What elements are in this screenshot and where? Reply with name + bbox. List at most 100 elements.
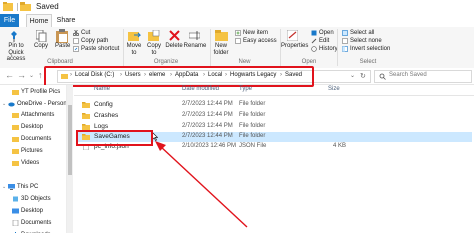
file-type: File folder — [239, 123, 266, 129]
group-label-organize: Organize — [153, 59, 179, 65]
title-bar: Saved — [0, 0, 474, 14]
file-name: Logs — [94, 123, 109, 130]
nav-item-3d-objects[interactable]: 3D Objects — [0, 194, 66, 204]
table-row[interactable]: Crashes 2/7/2023 12:44 PM File folder — [76, 111, 472, 121]
menu-bar: File Home Share — [0, 14, 474, 28]
column-header-size[interactable]: Size — [328, 86, 340, 92]
copy-to-button[interactable]: Copy to — [144, 43, 164, 56]
tab-home[interactable]: Home — [26, 14, 52, 27]
search-placeholder: Search Saved — [389, 72, 427, 78]
paste-button[interactable]: Paste — [55, 43, 70, 50]
edit-button[interactable]: Edit — [319, 38, 329, 45]
delete-button[interactable]: Delete — [164, 43, 184, 50]
desktop-icon — [12, 208, 19, 214]
tab-file[interactable]: File — [0, 14, 19, 27]
document-icon — [12, 220, 19, 226]
nav-item-desktop[interactable]: Desktop — [0, 122, 66, 132]
easy-access-button[interactable]: Easy access — [243, 38, 277, 45]
ribbon: Pin to Quick access Copy Paste Cut Copy … — [0, 27, 474, 69]
invert-selection-icon — [342, 46, 348, 52]
folder-icon — [12, 137, 19, 142]
forward-arrow-icon[interactable]: → — [17, 70, 26, 80]
cut-icon — [73, 30, 79, 36]
paste-shortcut-button[interactable]: Paste shortcut — [81, 46, 119, 53]
folder-icon — [82, 113, 90, 119]
nav-item-attachments[interactable]: Attachments — [0, 110, 66, 120]
invert-selection-button[interactable]: Invert selection — [350, 46, 390, 53]
address-highlight-box — [44, 66, 314, 87]
select-all-button[interactable]: Select all — [350, 30, 374, 37]
file-type: File folder — [239, 101, 266, 107]
history-icon — [311, 46, 317, 52]
column-header-date[interactable]: Date modified — [182, 86, 219, 92]
select-none-button[interactable]: Select none — [350, 38, 382, 45]
copy-path-icon — [73, 38, 79, 44]
folder-icon — [82, 102, 90, 108]
status-bar — [0, 233, 474, 241]
file-date: 2/7/2023 12:44 PM — [182, 123, 233, 129]
chevron-down-icon[interactable]: ⌄ — [2, 99, 6, 109]
annotation-arrow-icon — [155, 141, 248, 228]
copy-to-icon — [148, 30, 160, 41]
move-to-button[interactable]: Move to — [124, 43, 144, 56]
cut-button[interactable]: Cut — [81, 30, 90, 37]
select-all-icon — [342, 30, 348, 36]
nav-item-documents[interactable]: Documents — [0, 134, 66, 144]
pin-quick-access-button[interactable]: Pin to Quick access — [1, 43, 31, 63]
search-input[interactable]: Search Saved — [374, 70, 472, 83]
folder-icon — [20, 2, 31, 11]
file-name: Config — [94, 101, 113, 108]
properties-button[interactable]: Properties — [281, 43, 308, 50]
pin-icon — [11, 31, 17, 42]
new-item-button[interactable]: New item — [243, 30, 268, 37]
open-icon — [311, 30, 317, 36]
rename-icon — [189, 31, 200, 40]
file-name: Crashes — [94, 112, 119, 119]
cube-icon — [13, 196, 18, 202]
nav-item-onedrive[interactable]: ⌄ OneDrive - Person — [0, 99, 66, 109]
explorer-icon — [3, 2, 13, 11]
nav-scrollbar[interactable] — [67, 85, 73, 241]
scrollbar-thumb[interactable] — [68, 105, 72, 175]
column-header-name[interactable]: Name — [94, 86, 110, 92]
new-folder-icon — [215, 30, 228, 41]
rename-button[interactable]: Rename — [183, 43, 207, 50]
paste-icon — [56, 29, 68, 43]
history-button[interactable]: History — [319, 46, 338, 53]
tab-share[interactable]: Share — [56, 14, 76, 27]
paste-shortcut-icon — [73, 46, 79, 52]
file-list: Name Date modified Type Size Config 2/7/… — [74, 85, 474, 241]
address-dropdown-chevron-icon[interactable]: ⌄ — [350, 72, 355, 79]
recent-locations-chevron-icon[interactable]: ⌄ — [29, 72, 34, 79]
file-type: File folder — [239, 112, 266, 118]
folder-icon — [12, 149, 19, 154]
up-arrow-icon[interactable]: ↑ — [38, 70, 43, 80]
nav-item-desktop-pc[interactable]: Desktop — [0, 206, 66, 216]
group-label-open: Open — [301, 59, 317, 65]
computer-icon — [8, 184, 15, 190]
chevron-down-icon[interactable]: ⌄ — [2, 182, 6, 192]
open-button[interactable]: Open — [319, 30, 334, 37]
nav-item-pictures[interactable]: Pictures — [0, 146, 66, 156]
copy-path-button[interactable]: Copy path — [81, 38, 108, 45]
delete-icon — [169, 30, 180, 41]
back-arrow-icon[interactable]: ← — [5, 70, 14, 80]
copy-icon — [36, 30, 47, 42]
nav-item-videos[interactable]: Videos — [0, 158, 66, 168]
nav-item-this-pc[interactable]: ⌄ This PC — [0, 182, 66, 192]
select-none-icon — [342, 38, 348, 44]
folder-icon — [12, 161, 19, 166]
new-item-icon — [235, 30, 241, 36]
new-folder-button[interactable]: New folder — [211, 43, 231, 56]
folder-icon — [12, 90, 19, 95]
table-row[interactable]: Config 2/7/2023 12:44 PM File folder — [76, 100, 472, 110]
copy-button[interactable]: Copy — [34, 43, 48, 50]
divider — [17, 3, 18, 11]
nav-item-documents-pc[interactable]: Documents — [0, 218, 66, 228]
group-label-select: Select — [359, 59, 377, 65]
refresh-icon[interactable]: ↻ — [360, 72, 366, 80]
move-to-icon — [128, 32, 141, 41]
cloud-icon — [8, 102, 15, 107]
column-header-type[interactable]: Type — [239, 86, 252, 92]
nav-item-yt-profile-pics[interactable]: YT Profile Pics — [0, 87, 66, 97]
